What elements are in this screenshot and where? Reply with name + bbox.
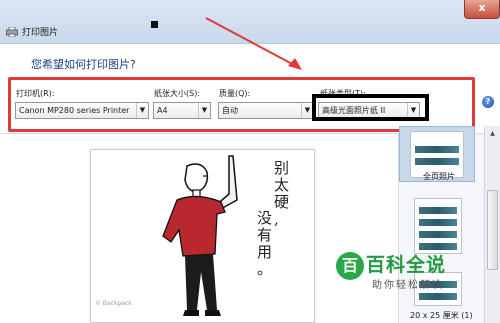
watermark-logo: 百 [336,252,364,280]
watermark-subtitle: 助你轻松解决 [372,280,444,291]
page-title: 您希望如何打印图片? [31,58,136,71]
layout-option-2[interactable] [414,198,462,254]
layout-label-full-page: 全页照片 [423,172,455,181]
image-credit: © Backpack [95,300,132,307]
layout-label-20x25: 20 x 25 厘米 (1) [410,311,473,320]
poster-text-col1: 别 太 硬 , [274,159,290,228]
photo-preview: 别 太 硬 , 没 有 用 。 [90,149,315,323]
scroll-up-icon[interactable]: ▲ [487,128,498,139]
printer-icon [6,27,18,37]
cursor-icon [151,21,158,28]
watermark-title: 百科全说 [366,254,447,276]
annotation-arrow [205,17,302,70]
close-button[interactable]: x [464,0,500,19]
annotation-black-box [312,94,429,121]
window-title: 打印图片 [22,28,59,38]
poster-text-col2: 没 有 用 。 [257,209,273,278]
help-icon[interactable]: ? [482,96,494,108]
scroll-thumb[interactable] [487,190,498,270]
